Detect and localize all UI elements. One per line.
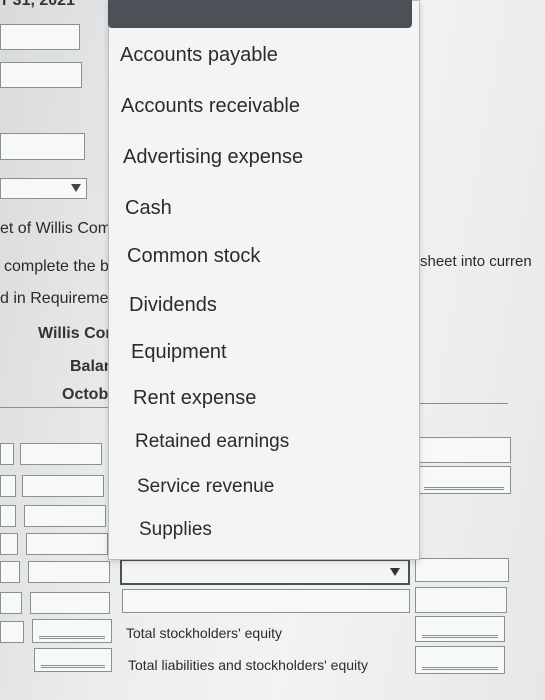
chevron-down-icon (71, 184, 81, 192)
divider (413, 403, 508, 404)
divider (0, 407, 110, 408)
option-cash[interactable]: Cash (125, 197, 172, 220)
option-advertising-expense[interactable]: Advertising expense (123, 146, 303, 169)
account-select[interactable] (120, 559, 410, 585)
instruction-line-3: d in Requireme (0, 290, 109, 307)
row-input[interactable] (20, 443, 102, 465)
row-input[interactable] (30, 592, 110, 614)
total-liabilities-equity-label: Total liabilities and stockholders' equi… (128, 657, 369, 673)
instruction-right: sheet into curren (420, 253, 532, 270)
row-input[interactable] (0, 505, 16, 527)
amount-input[interactable] (415, 587, 507, 613)
row-input[interactable] (0, 561, 20, 583)
amount-total-input[interactable] (415, 646, 505, 674)
row-input[interactable] (34, 648, 112, 672)
instruction-line-2: complete the b (4, 258, 109, 275)
account-input[interactable] (122, 589, 410, 613)
answer-select[interactable] (0, 178, 87, 199)
option-equipment[interactable]: Equipment (131, 341, 227, 364)
option-retained-earnings[interactable]: Retained earnings (135, 431, 289, 453)
row-input[interactable] (26, 533, 108, 555)
row-input[interactable] (32, 619, 112, 643)
row-input[interactable] (28, 561, 110, 583)
row-input[interactable] (0, 533, 18, 555)
option-supplies[interactable]: Supplies (139, 519, 212, 541)
amount-input[interactable] (417, 437, 511, 463)
chevron-down-icon (390, 568, 400, 576)
option-service-revenue[interactable]: Service revenue (137, 476, 274, 498)
row-input[interactable] (0, 592, 22, 614)
row-input[interactable] (0, 443, 14, 465)
page-heading: r 31, 2021 (2, 0, 75, 9)
option-common-stock[interactable]: Common stock (127, 245, 260, 268)
answer-input-3[interactable] (0, 133, 85, 160)
option-dividends[interactable]: Dividends (129, 294, 217, 317)
amount-input[interactable] (415, 616, 505, 642)
instruction-line-1: et of Willis Com (0, 220, 112, 237)
option-accounts-receivable[interactable]: Accounts receivable (121, 95, 300, 118)
amount-total-input[interactable] (417, 466, 511, 494)
row-input[interactable] (24, 505, 106, 527)
option-rent-expense[interactable]: Rent expense (133, 387, 256, 410)
company-name: Willis Cor (38, 325, 112, 342)
row-input[interactable] (0, 475, 16, 497)
row-input[interactable] (22, 475, 104, 497)
option-accounts-payable[interactable]: Accounts payable (120, 44, 278, 67)
answer-input-1[interactable] (0, 24, 80, 50)
answer-input-2[interactable] (0, 62, 82, 88)
dropdown-header (108, 0, 412, 28)
row-input[interactable] (0, 621, 24, 643)
amount-input[interactable] (415, 558, 509, 582)
total-equity-label: Total stockholders' equity (126, 625, 282, 641)
